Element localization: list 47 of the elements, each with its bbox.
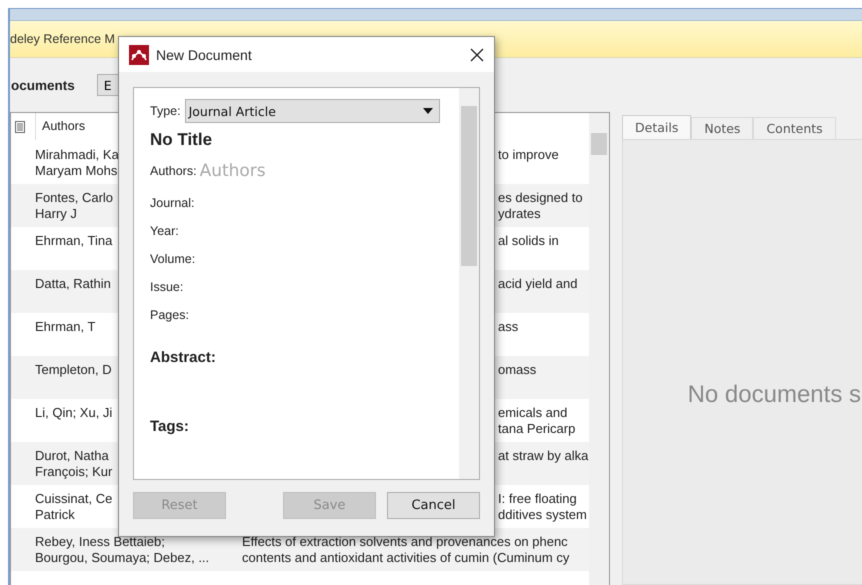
caret-icon	[422, 108, 433, 114]
type-dropdown[interactable]: Journal Article	[184, 99, 440, 123]
field-label: Authors:	[150, 164, 197, 178]
tab[interactable]: Notes	[691, 117, 754, 139]
section-heading: Tags:	[150, 418, 190, 435]
field-label: Year:	[150, 224, 179, 238]
field-label: Type:	[150, 104, 181, 118]
column-header[interactable]: Authors	[35, 113, 86, 140]
table-cell-text: Cuissinat, Ce Patrick	[35, 491, 114, 523]
authors-field[interactable]: Authors	[200, 161, 350, 181]
notification-text: deley Reference M	[10, 32, 115, 46]
field-label: Volume:	[150, 252, 196, 266]
table-cell: emicals and tana Pericarp	[498, 405, 576, 437]
cancel-button[interactable]: Cancel	[387, 492, 480, 519]
tab[interactable]: Contents	[753, 117, 836, 139]
table-cell-text: Rebey, Iness Bettaieb; Bourgou, Soumaya; Debez, ...	[35, 534, 210, 566]
table-cell-text: Datta, Rathin	[35, 276, 112, 292]
field-label: Issue:	[150, 280, 184, 294]
empty-message: No documents s	[688, 381, 861, 409]
table-cell-text: Durot, Natha François; Kur	[35, 448, 114, 480]
table-cell: es designed to ydrates	[498, 190, 583, 222]
field-label: Journal:	[150, 196, 194, 210]
close-icon[interactable]	[470, 48, 484, 62]
table-cell-text: Ehrman, T	[35, 319, 96, 335]
table-cell: at straw by alka	[498, 448, 588, 464]
section-title: ocuments	[11, 78, 75, 92]
document-title: No Title	[150, 130, 214, 151]
table-cell: I: free floating dditives system	[498, 491, 587, 523]
table-cell: al solids in	[498, 233, 559, 249]
table-cell: omass	[498, 362, 536, 378]
table-cell-text: Fontes, Carlo Harry J	[35, 190, 114, 222]
field-label: Pages:	[150, 308, 189, 322]
table-cell-text: Templeton, D	[35, 362, 113, 378]
table-cell: acid yield and	[498, 276, 578, 292]
table-cell: Effects of extraction solvents and provenances on phenc contents and antioxidant activities of cumin (Cuminum cy	[242, 534, 570, 566]
dialog-title: New Document	[156, 46, 253, 62]
scrollbar[interactable]	[459, 88, 479, 479]
table-cell: ass	[498, 319, 518, 335]
tab[interactable]: Details	[622, 115, 692, 139]
section-heading: Abstract:	[150, 349, 217, 366]
table-cell: to improve	[498, 147, 559, 163]
scrollbar[interactable]	[589, 113, 609, 585]
table-cell-text: Ehrman, Tina	[35, 233, 114, 249]
document-icon	[15, 120, 25, 132]
table-cell: Mirahmadi, Ka Maryam Mohs	[35, 147, 119, 179]
app-logo-icon	[129, 44, 149, 64]
table-cell-text: Li, Qin; Xu, Ji	[35, 405, 114, 421]
